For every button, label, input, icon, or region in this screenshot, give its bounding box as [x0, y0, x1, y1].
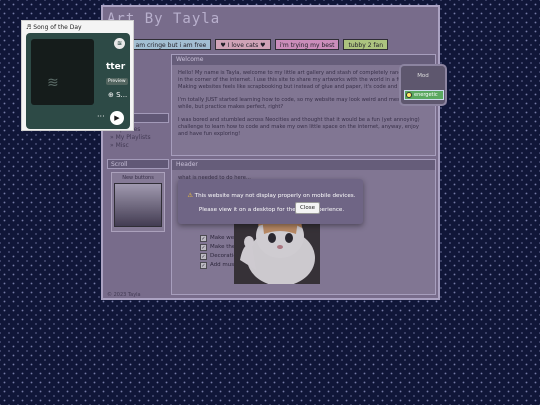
modal-message: This website may not display properly on…: [194, 193, 356, 213]
album-cover: ≋: [31, 39, 94, 105]
smiley-icon: [406, 92, 412, 98]
album-logo-icon: ≋: [47, 75, 59, 91]
mood-widget: Mod energetic: [399, 64, 447, 106]
mobile-warning-modal: ⚠ This website may not display properly …: [178, 179, 363, 224]
music-title: ♬ Song of the Day: [26, 24, 82, 31]
modal-text: ⚠ This website may not display properly …: [184, 189, 359, 217]
close-button[interactable]: Close: [295, 202, 320, 214]
music-player-box: ♬ Song of the Day ≋ ≋ tter Preview ⊕ S..…: [21, 20, 134, 131]
play-button[interactable]: ▶: [110, 111, 124, 125]
spotify-icon[interactable]: ≋: [114, 38, 125, 49]
add-button[interactable]: ⊕ S...: [108, 91, 127, 99]
widget-button[interactable]: energetic: [404, 90, 444, 100]
widget-title: Mod: [417, 73, 429, 79]
track-name[interactable]: tter: [106, 62, 125, 72]
preview-badge: Preview: [106, 78, 128, 85]
page-dim-overlay: [101, 5, 440, 300]
more-options-button[interactable]: ···: [97, 112, 105, 121]
spotify-embed[interactable]: ≋ ≋ tter Preview ⊕ S... ··· ▶: [26, 33, 130, 129]
widget-button-label: energetic: [414, 92, 438, 98]
warning-icon: ⚠: [187, 192, 193, 199]
